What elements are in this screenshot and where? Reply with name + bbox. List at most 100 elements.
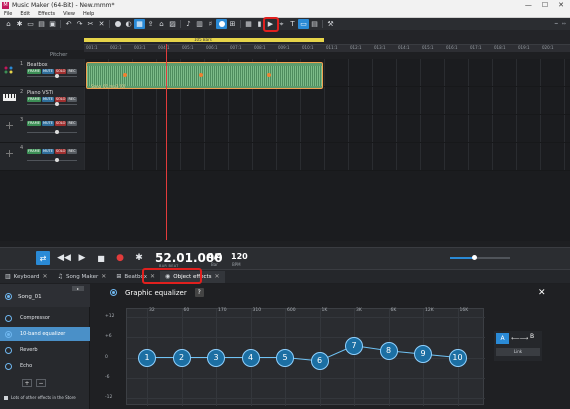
track-volume-slider[interactable]	[27, 102, 77, 106]
effect-item[interactable]: 10-band equalizer	[0, 327, 90, 341]
equalizer-power-icon[interactable]	[110, 289, 117, 296]
track-solo-button[interactable]: SOLO	[54, 121, 67, 126]
effect-item[interactable]: Echo	[0, 359, 90, 373]
tab-song-maker[interactable]: ♫ Song Maker ✕	[53, 271, 112, 283]
menu-edit[interactable]: Edit	[20, 11, 30, 17]
zoom-slider-icon[interactable]: ━	[555, 21, 558, 27]
track-frame-button[interactable]: FRAME	[27, 149, 41, 154]
track-lane[interactable]	[84, 143, 570, 171]
song-entry[interactable]: Song_01	[5, 293, 42, 300]
undo-icon[interactable]: ↶	[63, 19, 74, 29]
track-name[interactable]: Piano VSTi	[27, 90, 53, 96]
menu-effects[interactable]: Effects	[38, 11, 55, 17]
loop-tool-icon[interactable]: ⌂	[156, 19, 167, 29]
track-lane[interactable]	[84, 87, 570, 115]
tempo-display[interactable]: 120	[231, 252, 248, 261]
add-effect-button[interactable]: +	[22, 379, 32, 387]
track-rec-button[interactable]: REC	[67, 149, 77, 154]
clip-marker[interactable]	[199, 73, 203, 77]
close-window-button[interactable]: ✕	[558, 1, 564, 9]
compare-a-button[interactable]: A	[496, 333, 509, 344]
track-mute-button[interactable]: MUTE	[41, 69, 54, 74]
track-frame-button[interactable]: FRAME	[27, 121, 41, 126]
link-button[interactable]: Link	[496, 348, 540, 356]
tools-icon[interactable]: ⚒	[325, 19, 336, 29]
stop-icon[interactable]: ■	[96, 251, 106, 265]
score-icon[interactable]: ♪	[183, 19, 194, 29]
upload-icon[interactable]: ⇪	[145, 19, 156, 29]
play-icon[interactable]: ▶	[76, 251, 88, 265]
transport-settings-icon[interactable]: ✱	[134, 251, 144, 265]
eq-band-handle[interactable]: 4	[241, 348, 260, 367]
delete-icon[interactable]: ✕	[96, 19, 107, 29]
compare-b-button[interactable]: B	[530, 333, 534, 340]
track-header[interactable]: 4 FRAME MUTE SOLO REC	[0, 143, 84, 171]
new-project-icon[interactable]: ▭	[25, 19, 36, 29]
track-rec-button[interactable]: REC	[67, 121, 77, 126]
settings-icon[interactable]: ✱	[14, 19, 25, 29]
snap-icon[interactable]: ▦	[134, 19, 145, 29]
effect-power-icon[interactable]	[5, 346, 12, 354]
track-volume-slider[interactable]	[27, 130, 77, 134]
loop-toggle-icon[interactable]: ⇄	[36, 251, 50, 265]
zoom-fit-icon[interactable]: ⇔	[562, 21, 566, 27]
eq-band-handle[interactable]: 6	[310, 351, 329, 370]
audio-clip[interactable]: Song_01.mp3 [0]	[86, 62, 323, 89]
track-rec-button[interactable]: REC	[67, 97, 77, 102]
track-header[interactable]: 2 Piano VSTi FRAME MUTE SOLO REC	[0, 87, 84, 115]
panel-toggle-button[interactable]: ▸	[72, 286, 84, 291]
eq-band-handle[interactable]: 10	[448, 348, 467, 367]
close-equalizer-button[interactable]: ✕	[538, 288, 546, 298]
help-button[interactable]: ?	[194, 288, 204, 297]
effect-item[interactable]: Compressor	[0, 311, 90, 325]
home-icon[interactable]: ⌂	[3, 19, 14, 29]
master-volume-knob[interactable]	[471, 255, 477, 260]
master-volume-slider[interactable]	[450, 255, 510, 260]
grid-icon[interactable]: ▦	[243, 19, 254, 29]
track-name[interactable]: Beatbox	[27, 62, 48, 68]
track-mute-button[interactable]: MUTE	[41, 121, 54, 126]
close-tab-icon[interactable]: ✕	[101, 273, 106, 280]
menu-view[interactable]: View	[63, 11, 75, 17]
track-header[interactable]: 3 FRAME MUTE SOLO REC	[0, 115, 84, 143]
guitar-icon[interactable]: ♯	[205, 19, 216, 29]
export-icon[interactable]: ▤	[309, 19, 320, 29]
redo-icon[interactable]: ↷	[74, 19, 85, 29]
clip-marker[interactable]	[123, 73, 127, 77]
close-tab-icon[interactable]: ✕	[43, 273, 48, 280]
eq-band-handle[interactable]: 7	[345, 336, 363, 355]
track-frame-button[interactable]: FRAME	[27, 97, 41, 102]
mode-icon[interactable]	[112, 19, 123, 29]
image-icon[interactable]: ▨	[167, 19, 178, 29]
maximize-button[interactable]: ☐	[542, 1, 548, 9]
eq-band-handle[interactable]: 8	[379, 341, 398, 360]
remove-effect-button[interactable]: −	[36, 379, 46, 387]
draw-icon[interactable]: ◐	[123, 19, 134, 29]
record-icon[interactable]: ●	[115, 251, 125, 265]
clip-marker[interactable]	[267, 73, 271, 77]
save-icon[interactable]: ▣	[47, 19, 58, 29]
text-icon[interactable]: T	[287, 19, 298, 29]
eq-band-handle[interactable]: 3	[207, 348, 225, 367]
eq-band-handle[interactable]: 2	[172, 348, 191, 367]
eq-band-handle[interactable]: 1	[138, 348, 156, 367]
track-rec-button[interactable]: REC	[67, 69, 77, 74]
mixer-icon[interactable]: ⊞	[227, 19, 238, 29]
track-lane[interactable]	[84, 115, 570, 143]
cut-icon[interactable]: ✂	[85, 19, 96, 29]
rewind-icon[interactable]: ◀◀	[57, 251, 71, 265]
eq-band-handle[interactable]: 9	[414, 345, 432, 364]
track-frame-button[interactable]: FRAME	[27, 69, 41, 74]
eq-band-handle[interactable]: 5	[276, 348, 294, 367]
menu-help[interactable]: Help	[83, 11, 94, 17]
screen-icon[interactable]: ▭	[298, 19, 309, 29]
swap-arrows-icon[interactable]: ⟵⟶	[511, 335, 528, 342]
effect-power-icon[interactable]	[5, 330, 12, 338]
menu-file[interactable]: File	[4, 11, 12, 17]
keyboard-tool-icon[interactable]: ▥	[194, 19, 205, 29]
effect-power-icon[interactable]	[5, 362, 12, 370]
timeline-ruler[interactable]: 001:1 002:1 003:1 004:1 005:1 006:1 007:1 008:1…	[84, 44, 570, 52]
close-tab-icon[interactable]: ✕	[215, 273, 220, 280]
playhead[interactable]	[166, 44, 167, 240]
track-mute-button[interactable]: MUTE	[41, 97, 54, 102]
